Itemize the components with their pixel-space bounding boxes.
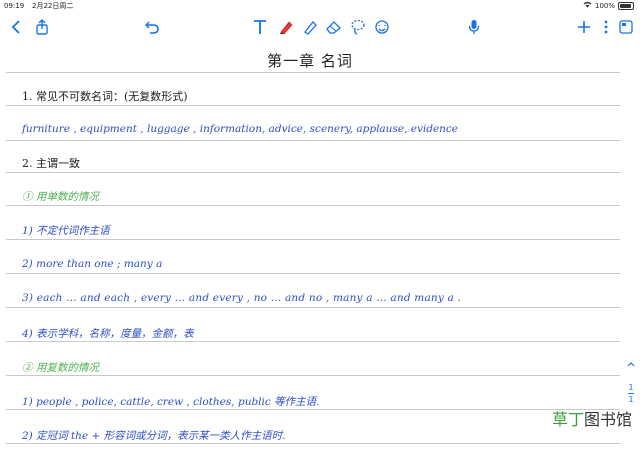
ruled-line bbox=[6, 443, 620, 444]
ruled-line bbox=[6, 273, 620, 274]
note-line: 2. 主谓一致 bbox=[22, 157, 80, 170]
ruled-line bbox=[6, 375, 620, 376]
page-total: 1 bbox=[628, 395, 634, 404]
note-line: 1) people , police, cattle, crew , cloth… bbox=[22, 396, 320, 408]
watermark: 草丁 图书馆 bbox=[552, 406, 632, 430]
ruled-line bbox=[6, 140, 620, 141]
lasso-icon[interactable] bbox=[348, 17, 368, 37]
page-current: 1 bbox=[628, 383, 634, 392]
note-line: 2) more than one ; many a bbox=[22, 258, 163, 270]
toolbar bbox=[0, 12, 640, 42]
wifi-icon bbox=[583, 0, 592, 12]
pen-icon[interactable] bbox=[276, 17, 296, 37]
sticker-icon[interactable] bbox=[372, 17, 392, 37]
note-page[interactable]: 第一章 名词 1. 常见不可数名词：(无复数形式) furniture , eq… bbox=[0, 42, 620, 452]
plus-icon[interactable] bbox=[574, 17, 594, 37]
note-line: 1. 常见不可数名词：(无复数形式) bbox=[22, 90, 188, 103]
undo-icon[interactable] bbox=[142, 17, 162, 37]
chevron-up-icon[interactable] bbox=[626, 360, 636, 369]
ruled-line bbox=[6, 341, 620, 342]
ruled-line bbox=[6, 307, 620, 308]
page-title: 第一章 名词 bbox=[267, 52, 353, 70]
page-divider bbox=[628, 393, 634, 394]
ruled-line bbox=[6, 239, 620, 240]
status-date: 2月22日周二 bbox=[32, 2, 74, 10]
share-icon[interactable] bbox=[32, 17, 52, 37]
note-line: 2) 定冠词 the + 形容词或分词，表示某一类人作主语时. bbox=[22, 430, 286, 442]
eraser-icon[interactable] bbox=[324, 17, 344, 37]
status-bar: 09:19 2月22日周二 100% bbox=[0, 0, 640, 12]
note-line: furniture , equipment , luggage , inform… bbox=[22, 123, 459, 135]
note-line: 1) 不定代词作主语 bbox=[22, 225, 110, 237]
status-time: 09:19 bbox=[4, 2, 25, 10]
note-line: 4) 表示学科，名称，度量，金额，表 bbox=[22, 328, 194, 340]
chevron-left-icon[interactable] bbox=[6, 17, 26, 37]
ruled-line bbox=[6, 105, 620, 106]
battery-percent: 100% bbox=[594, 2, 615, 10]
ruled-line bbox=[6, 205, 620, 206]
ruled-line bbox=[6, 409, 620, 410]
watermark-green: 草丁 bbox=[551, 410, 584, 429]
text-tool-icon[interactable] bbox=[250, 17, 270, 37]
note-line: ② 用复数的情况 bbox=[22, 362, 99, 374]
pages-icon[interactable] bbox=[616, 17, 636, 37]
battery-icon bbox=[618, 2, 634, 10]
microphone-icon[interactable] bbox=[464, 17, 484, 37]
page-scroller[interactable]: 1 1 bbox=[626, 360, 636, 404]
note-line: ① 用单数的情况 bbox=[22, 191, 99, 203]
watermark-dark: 图书馆 bbox=[583, 410, 632, 429]
more-vertical-icon[interactable] bbox=[596, 17, 616, 37]
note-line: 3) each … and each , every … and every ,… bbox=[22, 292, 462, 304]
highlighter-icon[interactable] bbox=[300, 17, 320, 37]
ruled-line bbox=[6, 72, 620, 73]
status-right: 100% bbox=[583, 0, 634, 12]
ruled-line bbox=[6, 172, 620, 173]
